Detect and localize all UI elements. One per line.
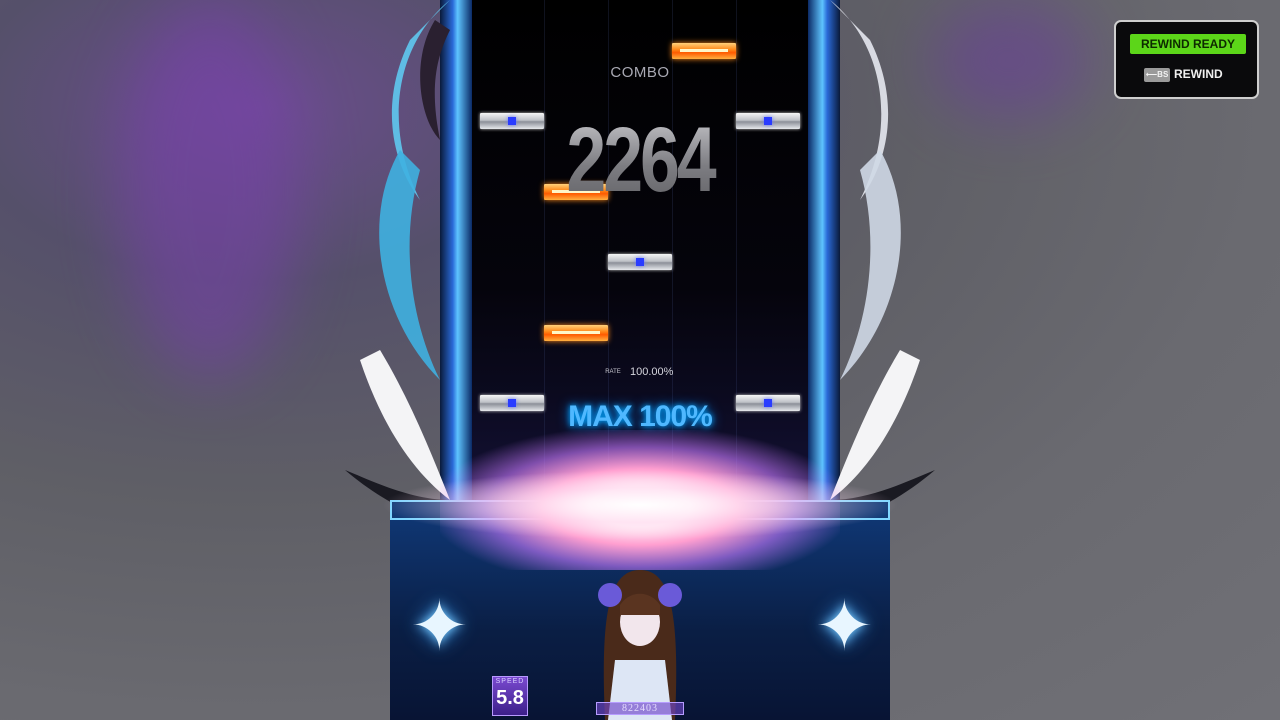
speed-value: 5.8 <box>496 687 524 709</box>
white-note <box>736 395 800 411</box>
speed-label: SPEED <box>495 678 525 685</box>
orange-note <box>672 43 736 59</box>
sparkle-icon: ✦ <box>815 587 874 665</box>
rewind-button[interactable]: REWIND <box>1174 67 1223 81</box>
rewind-ready-badge: REWIND READY <box>1130 34 1246 54</box>
sparkle-icon: ✦ <box>410 587 469 665</box>
backspace-key-icon: ⟵BS <box>1144 68 1170 82</box>
rewind-panel: REWIND READY ⟵BS REWIND <box>1114 20 1259 99</box>
combo-label: COMBO <box>610 64 670 81</box>
combo-counter: 2264 <box>546 108 733 213</box>
bg-streak <box>930 0 1090 120</box>
note-gem-icon <box>764 117 772 125</box>
white-note <box>480 395 544 411</box>
note-gem-icon <box>764 399 772 407</box>
bg-streak <box>120 0 300 380</box>
note-gem-icon <box>508 399 516 407</box>
note-gem-icon <box>508 117 516 125</box>
hit-flash-effect <box>380 470 900 540</box>
white-note <box>608 254 672 270</box>
orange-note <box>544 325 608 341</box>
score-display: 822403 <box>596 702 684 715</box>
note-gem-icon <box>636 258 644 266</box>
white-note <box>480 113 544 129</box>
rate-value: 100.00% <box>630 366 674 378</box>
score-value: 822403 <box>622 703 658 714</box>
speed-indicator: SPEED 5.8 <box>492 676 528 716</box>
rate-label: RATE <box>605 369 621 375</box>
white-note <box>736 113 800 129</box>
judgement-text: MAX 100% <box>568 400 713 433</box>
character-portrait <box>598 570 682 720</box>
